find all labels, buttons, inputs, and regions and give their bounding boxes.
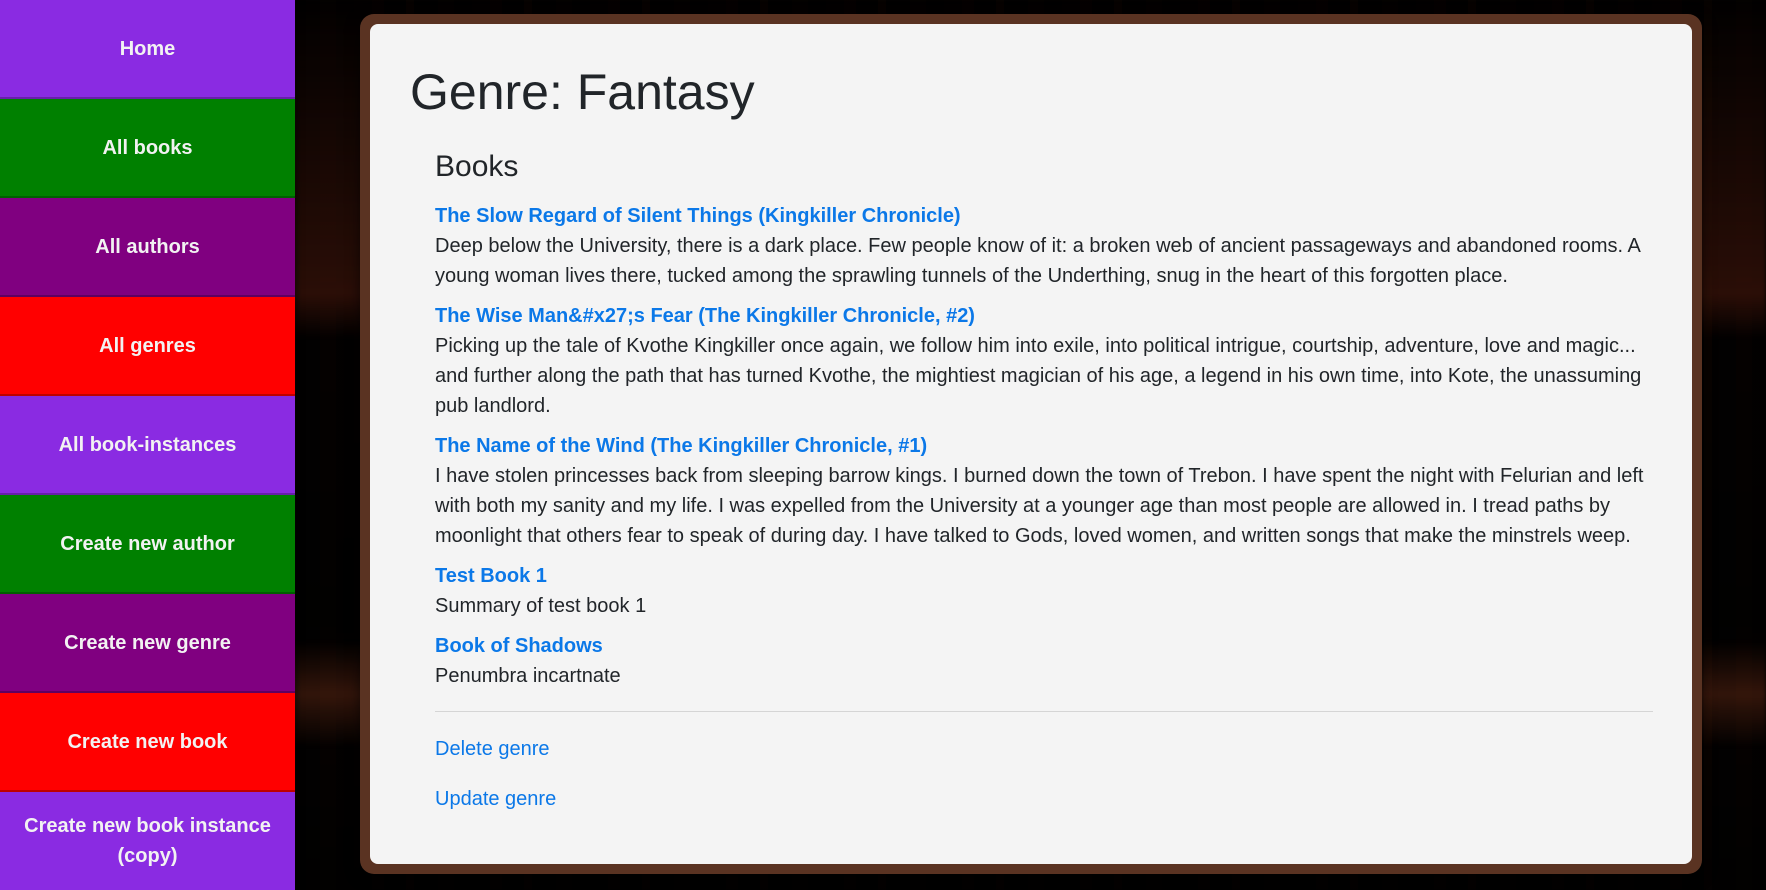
sidebar-item-home[interactable]: Home bbox=[0, 0, 295, 99]
content-card-frame: Genre: Fantasy Books The Slow Regard of … bbox=[360, 14, 1702, 874]
sidebar-item-all-book-instances[interactable]: All book-instances bbox=[0, 396, 295, 495]
book-summary: Penumbra incartnate bbox=[435, 665, 621, 687]
book-title-link[interactable]: Book of Shadows bbox=[435, 631, 1653, 661]
divider bbox=[435, 711, 1653, 712]
sidebar-item-all-genres[interactable]: All genres bbox=[0, 297, 295, 396]
book-title-link[interactable]: The Name of the Wind (The Kingkiller Chr… bbox=[435, 431, 1653, 461]
genre-details: Books The Slow Regard of Silent Things (… bbox=[435, 149, 1653, 834]
sidebar-item-all-books[interactable]: All books bbox=[0, 99, 295, 198]
update-genre-link[interactable]: Update genre bbox=[435, 784, 1653, 814]
book-item: Book of Shadows Penumbra incartnate bbox=[435, 631, 1653, 691]
book-summary: Summary of test book 1 bbox=[435, 595, 647, 617]
sidebar-item-create-book-instance[interactable]: Create new book instance (copy) bbox=[0, 792, 295, 890]
book-item: The Wise Man&#x27;s Fear (The Kingkiller… bbox=[435, 301, 1653, 421]
delete-genre-link[interactable]: Delete genre bbox=[435, 734, 1653, 764]
sidebar-item-create-book[interactable]: Create new book bbox=[0, 693, 295, 792]
book-title-link[interactable]: The Wise Man&#x27;s Fear (The Kingkiller… bbox=[435, 301, 1653, 331]
book-item: The Name of the Wind (The Kingkiller Chr… bbox=[435, 431, 1653, 551]
book-summary: I have stolen princesses back from sleep… bbox=[435, 465, 1644, 547]
books-section-title: Books bbox=[435, 150, 519, 183]
sidebar-item-create-author[interactable]: Create new author bbox=[0, 495, 295, 594]
book-summary: Picking up the tale of Kvothe Kingkiller… bbox=[435, 335, 1642, 417]
book-summary: Deep below the University, there is a da… bbox=[435, 235, 1640, 287]
sidebar-item-create-genre[interactable]: Create new genre bbox=[0, 594, 295, 693]
book-title-link[interactable]: The Slow Regard of Silent Things (Kingki… bbox=[435, 201, 1653, 231]
page-title: Genre: Fantasy bbox=[410, 64, 755, 120]
content-card: Genre: Fantasy Books The Slow Regard of … bbox=[370, 24, 1692, 864]
sidebar-item-all-authors[interactable]: All authors bbox=[0, 198, 295, 297]
sidebar-nav: Home All books All authors All genres Al… bbox=[0, 0, 295, 890]
book-item: The Slow Regard of Silent Things (Kingki… bbox=[435, 201, 1653, 291]
book-item: Test Book 1 Summary of test book 1 bbox=[435, 561, 1653, 621]
book-title-link[interactable]: Test Book 1 bbox=[435, 561, 1653, 591]
